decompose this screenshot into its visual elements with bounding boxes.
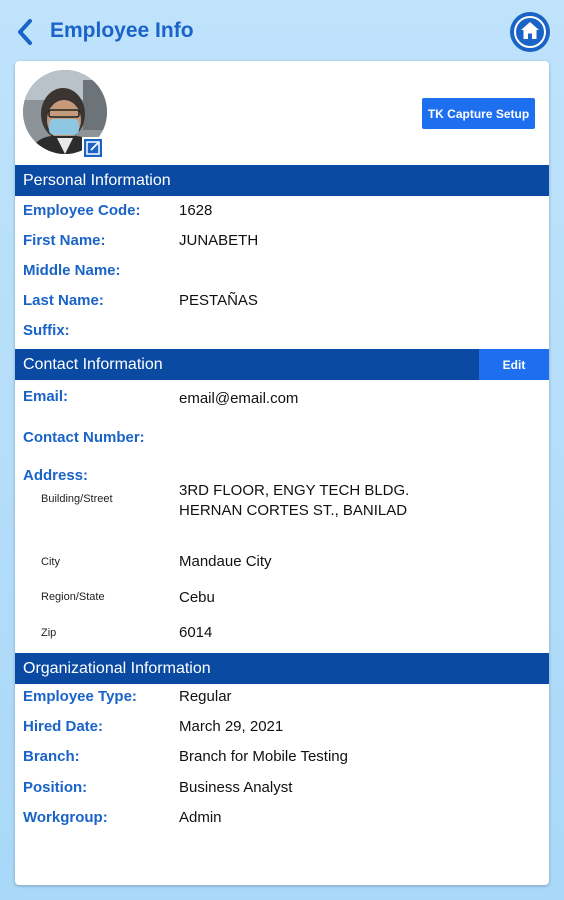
field-label-employee-code: Employee Code: [23, 202, 141, 219]
section-title: Contact Information [23, 356, 163, 373]
field-label-suffix: Suffix: [23, 322, 70, 339]
field-value-hired-date: March 29, 2021 [179, 718, 284, 735]
edit-photo-button[interactable] [82, 137, 104, 159]
employee-info-card: TK Capture Setup Personal Information Em… [15, 61, 549, 885]
edit-icon [86, 141, 100, 155]
home-button[interactable] [510, 12, 550, 52]
field-label-branch: Branch: [23, 748, 80, 765]
address-value-region-state: Cebu [179, 589, 215, 606]
field-label-contact-number: Contact Number: [23, 429, 145, 446]
address-label-building-street: Building/Street [41, 493, 113, 505]
address-label-city: City [41, 556, 60, 568]
personal-information-header: Personal Information [15, 165, 549, 196]
address-value-building-street-line1: 3RD FLOOR, ENGY TECH BLDG. [179, 482, 410, 499]
field-value-position: Business Analyst [179, 779, 293, 796]
field-label-address: Address: [23, 467, 89, 484]
field-value-email: email@email.com [179, 390, 299, 407]
address-value-city: Mandaue City [179, 553, 272, 570]
field-label-last-name: Last Name: [23, 292, 104, 309]
address-label-region-state: Region/State [41, 591, 105, 603]
field-label-employee-type: Employee Type: [23, 688, 137, 705]
field-value-last-name: PESTAÑAS [179, 292, 258, 309]
address-value-zip: 6014 [179, 624, 213, 641]
app-bar: Employee Info [0, 0, 564, 62]
contact-information-header: Contact Information Edit [15, 349, 549, 380]
field-value-employee-code: 1628 [179, 202, 213, 219]
address-value-building-street-line2: HERNAN CORTES ST., BANILAD [179, 502, 408, 519]
field-value-branch: Branch for Mobile Testing [179, 748, 348, 765]
section-title: Personal Information [23, 172, 171, 189]
field-label-position: Position: [23, 779, 88, 796]
field-value-first-name: JUNABETH [179, 232, 259, 249]
field-label-middle-name: Middle Name: [23, 262, 121, 279]
home-icon [521, 22, 539, 39]
organizational-information-header: Organizational Information [15, 653, 549, 684]
field-label-email: Email: [23, 388, 69, 405]
address-label-zip: Zip [41, 627, 57, 639]
field-label-workgroup: Workgroup: [23, 809, 108, 826]
tk-capture-setup-button[interactable]: TK Capture Setup [422, 98, 535, 129]
section-title: Organizational Information [23, 660, 211, 677]
field-value-employee-type: Regular [179, 688, 232, 705]
back-arrow-icon[interactable] [12, 16, 40, 48]
field-label-first-name: First Name: [23, 232, 106, 249]
field-label-hired-date: Hired Date: [23, 718, 104, 735]
page-title: Employee Info [50, 19, 194, 42]
field-value-workgroup: Admin [179, 809, 222, 826]
edit-contact-button[interactable]: Edit [479, 349, 549, 380]
